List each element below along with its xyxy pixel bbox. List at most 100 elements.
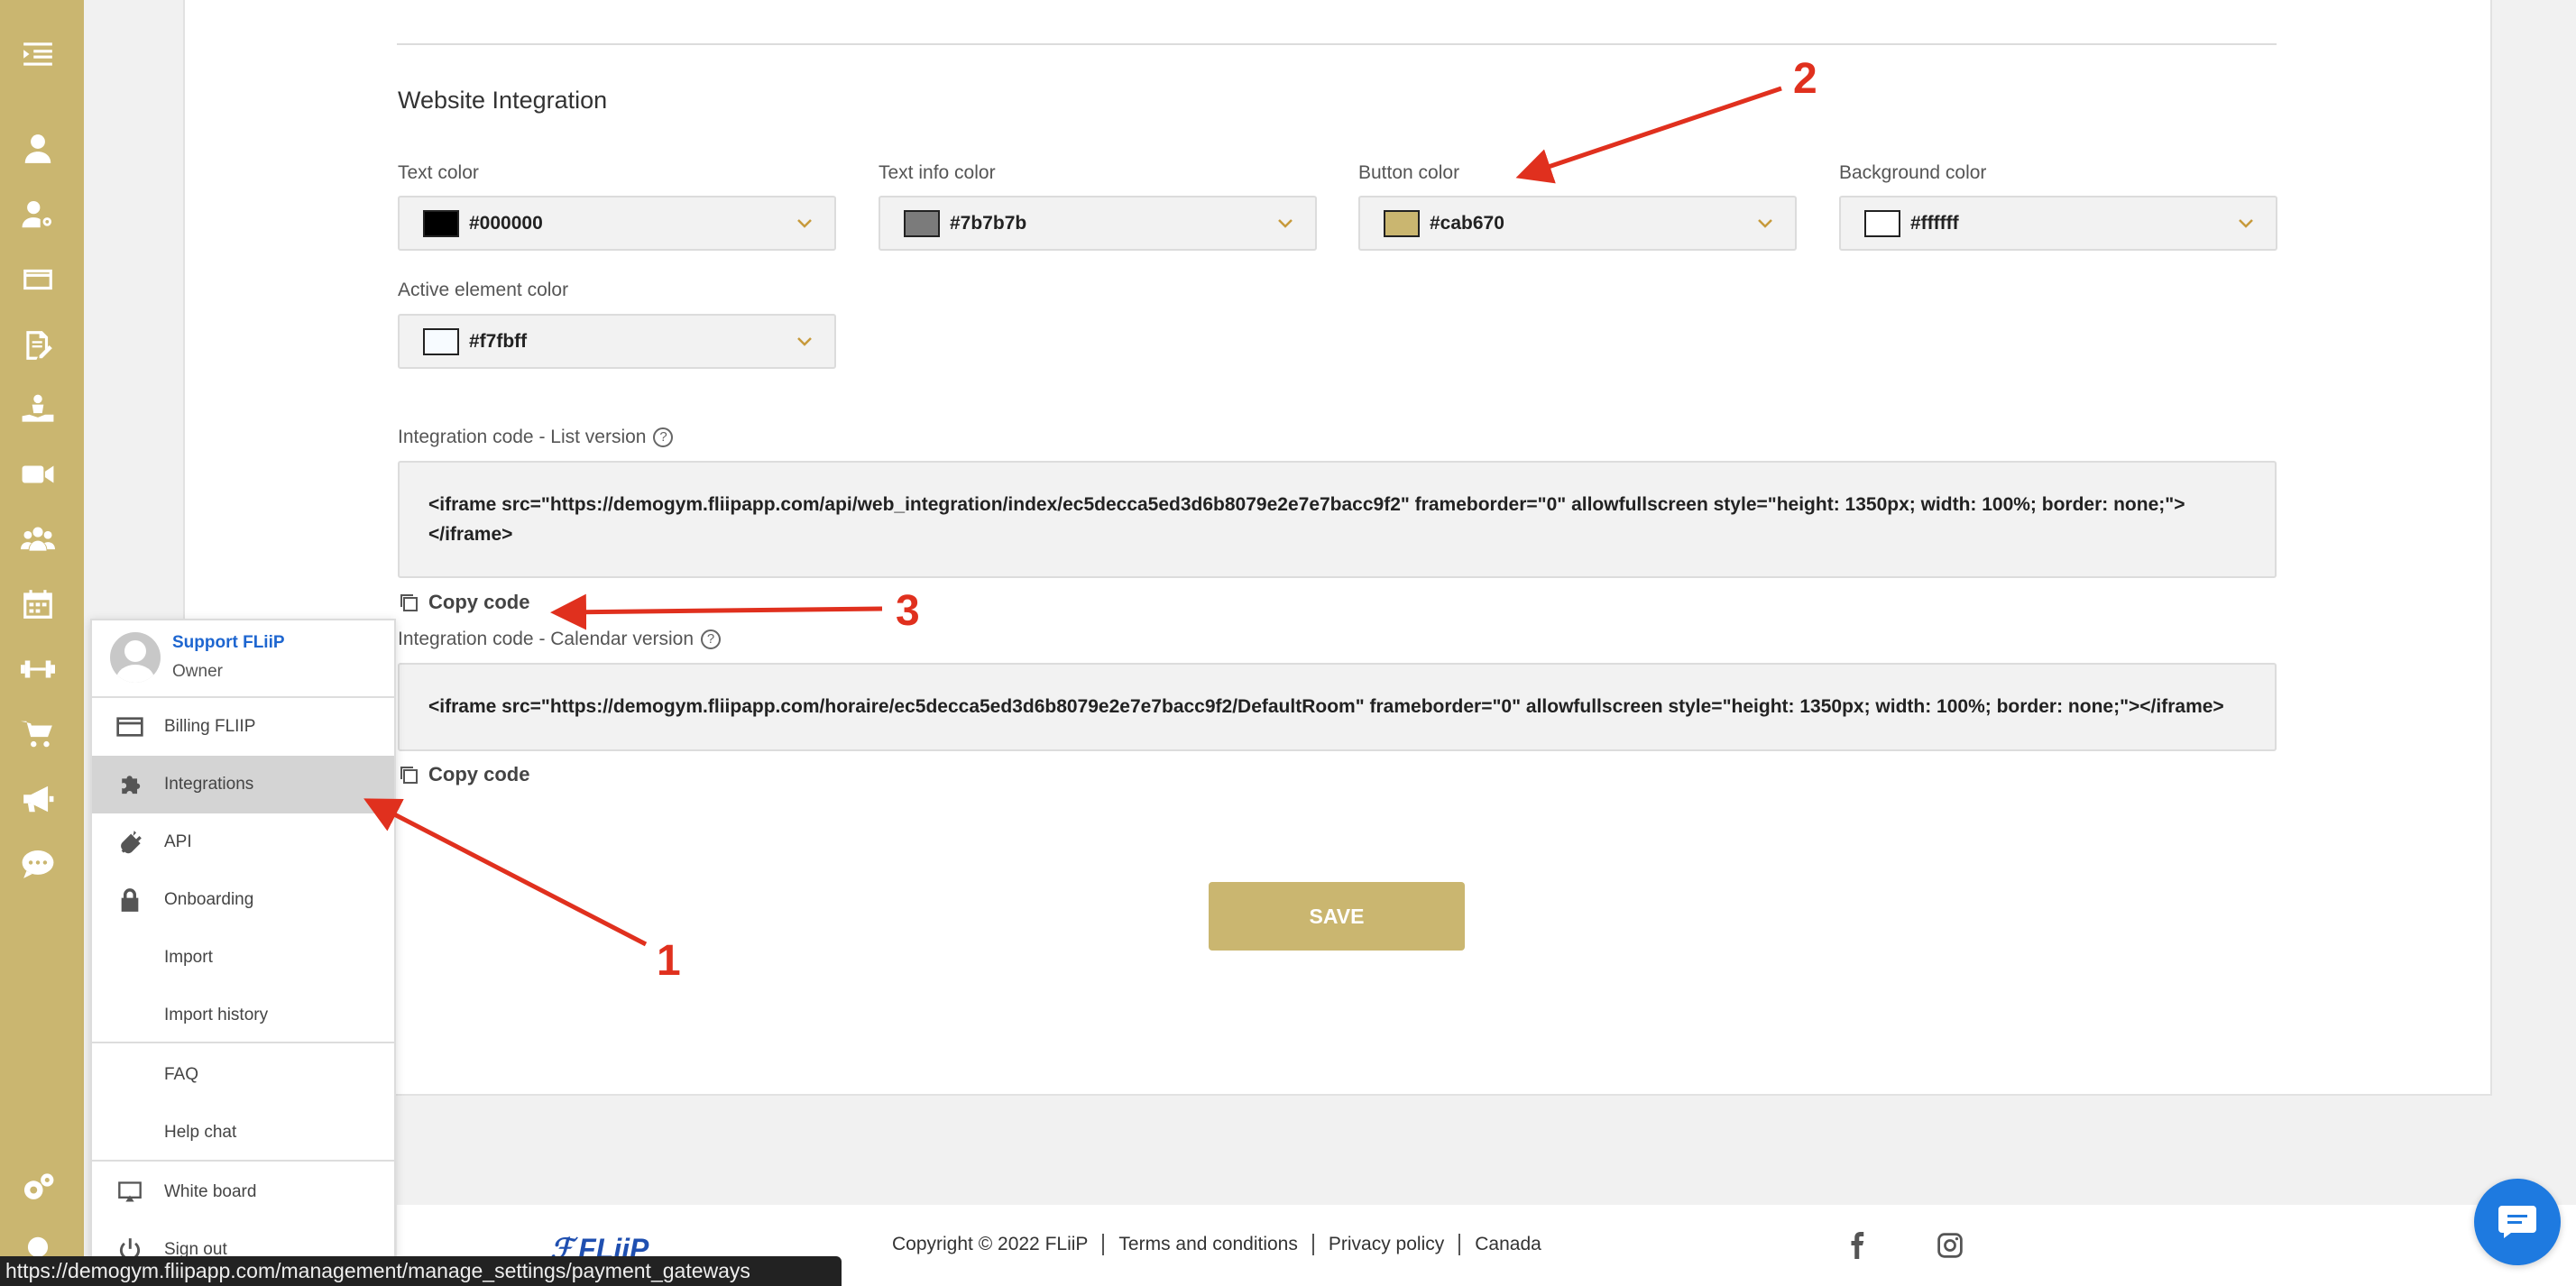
user-name[interactable]: Support FLiiP [172, 633, 285, 653]
text-info-color-label: Text info color [879, 162, 996, 183]
menu-item-label: Import history [164, 1006, 269, 1024]
instagram-icon[interactable] [1937, 1232, 1964, 1259]
privacy-link[interactable]: Privacy policy [1329, 1234, 1444, 1255]
divider [1102, 1234, 1105, 1255]
credit-card-icon [115, 714, 146, 739]
chevron-down-icon [1275, 213, 1295, 233]
chevron-down-icon [2236, 213, 2256, 233]
menu-item-label: FAQ [164, 1065, 199, 1084]
section-divider [397, 43, 2277, 45]
color-value: #000000 [469, 212, 543, 234]
facebook-icon[interactable] [1845, 1232, 1872, 1259]
copy-icon [398, 592, 419, 613]
cart-icon[interactable] [20, 716, 56, 752]
country-link[interactable]: Canada [1475, 1234, 1541, 1255]
help-chat-button[interactable] [2474, 1179, 2561, 1265]
user-icon[interactable] [20, 131, 56, 167]
credit-card-icon[interactable] [20, 262, 56, 298]
chat-bubble-icon [2498, 1206, 2536, 1238]
menu-item-label: Import [164, 948, 213, 967]
list-code-box[interactable]: <iframe src="https://demogym.fliipapp.co… [398, 461, 2277, 578]
background-color-label: Background color [1839, 162, 1987, 183]
menu-item-label: Onboarding [164, 890, 254, 909]
calendar-icon[interactable] [20, 586, 56, 622]
active-element-color-label: Active element color [398, 280, 569, 300]
menu-item-label: API [164, 832, 192, 851]
menu-item-label: Billing FLIIP [164, 717, 256, 736]
menu-item-help-chat[interactable]: Help chat [92, 1104, 394, 1162]
copy-list-code-button[interactable]: Copy code [398, 591, 529, 614]
menu-item-white-board[interactable]: White board [92, 1163, 394, 1221]
list-code-label: Integration code - List version? [398, 427, 674, 448]
menu-collapse-icon[interactable] [20, 36, 56, 72]
calendar-code-label: Integration code - Calendar version? [398, 629, 722, 650]
background-color-select[interactable]: #ffffff [1839, 196, 2277, 251]
help-icon[interactable]: ? [653, 427, 674, 448]
avatar [110, 632, 161, 683]
users-group-icon[interactable] [20, 521, 56, 557]
monitor-icon [115, 1180, 146, 1205]
lock-icon [115, 887, 146, 913]
user-role: Owner [172, 662, 223, 681]
color-swatch [1384, 209, 1420, 237]
status-bar-url: https://demogym.fliipapp.com/management/… [0, 1256, 842, 1286]
account-menu: Support FLiiP Owner Billing FLIIP Integr… [90, 619, 396, 1286]
menu-user-header: Support FLiiP Owner [92, 620, 394, 698]
color-swatch [423, 327, 459, 355]
menu-divider [92, 1160, 394, 1162]
color-swatch [423, 209, 459, 237]
menu-item-faq[interactable]: FAQ [92, 1046, 394, 1104]
chevron-down-icon [795, 213, 814, 233]
list-code-label-text: Integration code - List version [398, 427, 647, 447]
hand-care-icon[interactable] [20, 392, 56, 428]
chevron-down-icon [795, 331, 814, 351]
color-value: #7b7b7b [950, 212, 1027, 234]
annotation-number-2: 2 [1793, 55, 1817, 103]
menu-item-label: Integrations [164, 775, 254, 794]
menu-item-api[interactable]: API [92, 813, 394, 871]
button-color-label: Button color [1358, 162, 1460, 183]
terms-link[interactable]: Terms and conditions [1118, 1234, 1297, 1255]
plug-icon [115, 830, 146, 855]
annotation-number-1: 1 [657, 937, 681, 985]
color-swatch [904, 209, 940, 237]
video-icon[interactable] [20, 456, 56, 492]
calendar-code-text: <iframe src="https://demogym.fliipapp.co… [428, 696, 2224, 717]
copy-code-label: Copy code [428, 763, 530, 785]
dumbbell-icon[interactable] [20, 651, 56, 687]
menu-item-import-history[interactable]: Import history [92, 987, 394, 1044]
edit-document-icon[interactable] [20, 327, 56, 363]
megaphone-icon[interactable] [20, 781, 56, 817]
menu-item-integrations[interactable]: Integrations [92, 756, 394, 813]
chat-icon[interactable] [20, 846, 56, 882]
copy-code-label: Copy code [428, 591, 530, 613]
copyright-text: Copyright © 2022 FLiiP [892, 1234, 1089, 1254]
save-button[interactable]: SAVE [1209, 882, 1465, 951]
left-nav-rail [0, 0, 84, 1286]
color-swatch [1864, 209, 1900, 237]
section-title: Website Integration [398, 87, 608, 114]
color-value: #ffffff [1910, 212, 1959, 234]
footer-links: Copyright © 2022 FLiiP Terms and conditi… [892, 1234, 1541, 1255]
calendar-code-label-text: Integration code - Calendar version [398, 629, 695, 649]
menu-divider [92, 1042, 394, 1043]
settings-icon[interactable] [20, 1171, 56, 1207]
help-icon[interactable]: ? [701, 629, 722, 650]
divider [1311, 1234, 1314, 1255]
menu-item-label: White board [164, 1182, 257, 1201]
calendar-code-box[interactable]: <iframe src="https://demogym.fliipapp.co… [398, 663, 2277, 751]
active-element-color-select[interactable]: #f7fbff [398, 314, 836, 369]
chevron-down-icon [1755, 213, 1775, 233]
text-color-select[interactable]: #000000 [398, 196, 836, 251]
menu-item-billing[interactable]: Billing FLIIP [92, 698, 394, 756]
button-color-select[interactable]: #cab670 [1358, 196, 1797, 251]
copy-calendar-code-button[interactable]: Copy code [398, 763, 529, 786]
divider [1458, 1234, 1461, 1255]
list-code-text: <iframe src="https://demogym.fliipapp.co… [428, 494, 2185, 545]
menu-item-onboarding[interactable]: Onboarding [92, 871, 394, 929]
copy-icon [398, 764, 419, 785]
text-color-label: Text color [398, 162, 479, 183]
user-settings-icon[interactable] [20, 197, 56, 233]
text-info-color-select[interactable]: #7b7b7b [879, 196, 1317, 251]
menu-item-import[interactable]: Import [92, 929, 394, 987]
